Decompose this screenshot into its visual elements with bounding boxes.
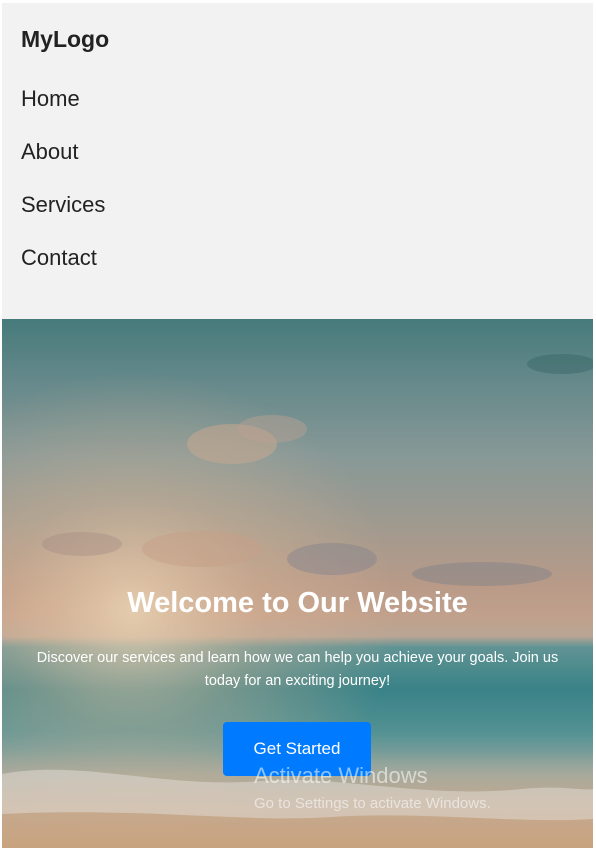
page: MyLogo Home About Services Contact Welco… [0, 0, 596, 848]
logo[interactable]: MyLogo [21, 26, 109, 52]
nav-item-about[interactable]: About [21, 139, 105, 192]
hero-description: Discover our services and learn how we c… [36, 650, 559, 689]
nav-item-home[interactable]: Home [21, 86, 105, 139]
activate-windows-watermark-subtitle: Go to Settings to activate Windows. [254, 795, 491, 812]
nav-list: Home About Services Contact [21, 86, 105, 298]
nav-item-services[interactable]: Services [21, 192, 105, 245]
nav-item-contact[interactable]: Contact [21, 245, 105, 298]
activate-windows-watermark-title: Activate Windows [254, 763, 428, 788]
hero-title: Welcome to Our Website [127, 587, 468, 619]
navbar: MyLogo Home About Services Contact [2, 3, 593, 319]
